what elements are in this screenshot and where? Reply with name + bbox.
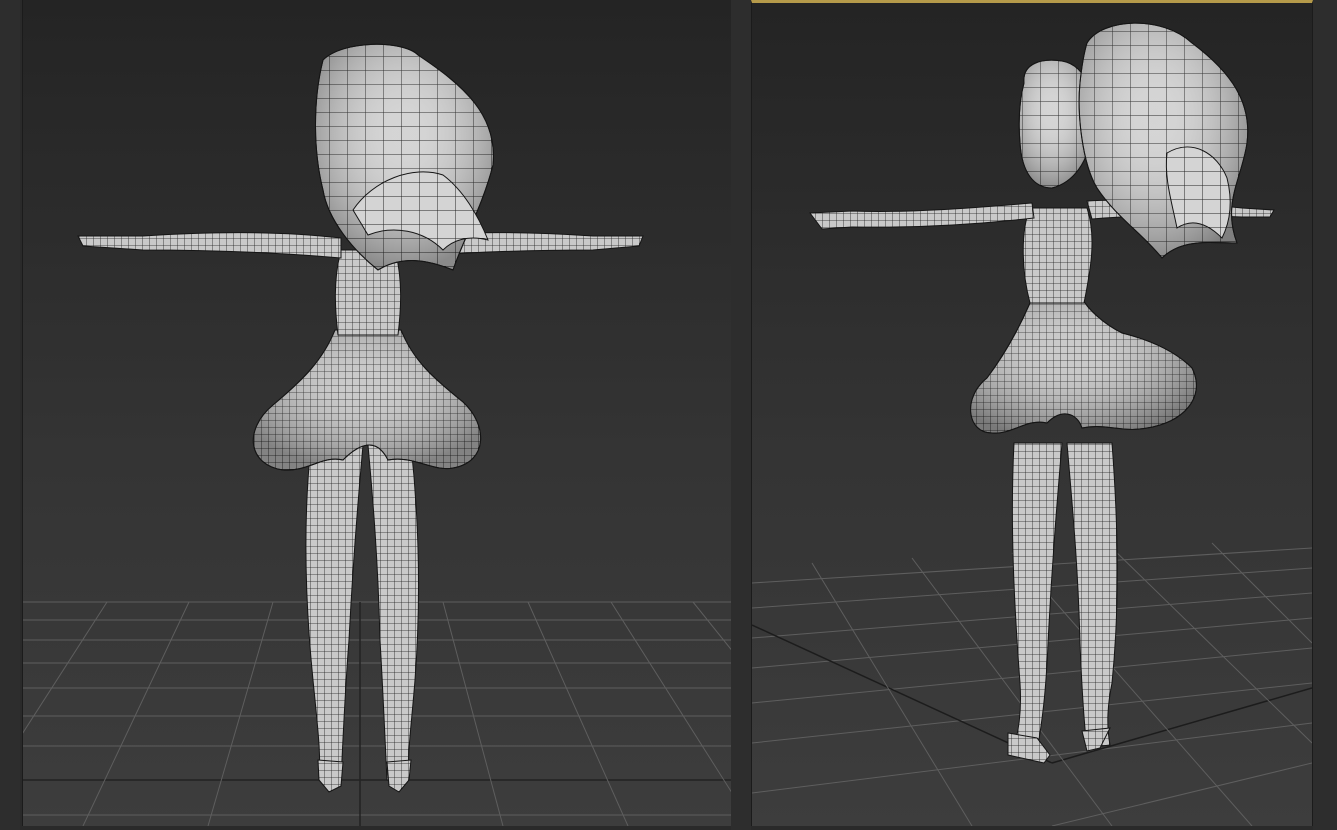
right-panel-edge [1313,0,1337,830]
viewport-layout [0,0,1337,830]
viewport-perspective-canvas[interactable] [752,3,1312,826]
viewport-front-canvas[interactable] [23,0,732,826]
viewport-grid [23,601,732,826]
viewport-perspective[interactable] [751,0,1313,826]
viewport-splitter[interactable] [731,0,751,830]
left-panel-edge [0,0,20,830]
character-mesh-perspective[interactable] [809,22,1275,764]
viewport-front[interactable] [22,0,733,826]
